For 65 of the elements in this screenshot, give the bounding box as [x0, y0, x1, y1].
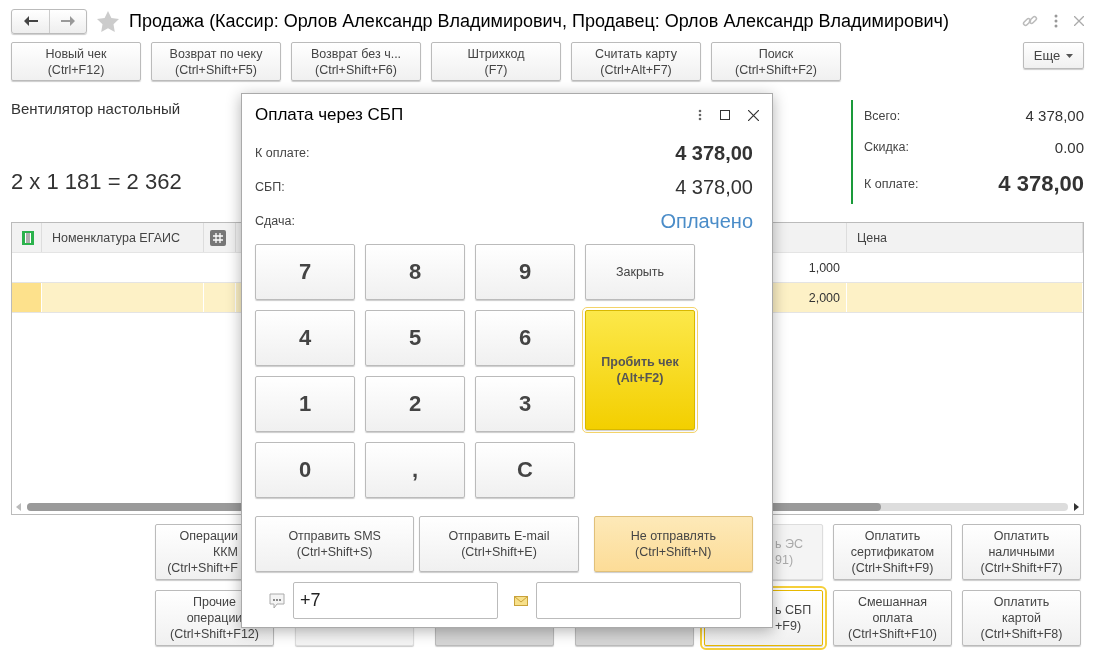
amount-label: К оплате:: [255, 146, 310, 160]
send-option-button[interactable]: Не отправлять (Ctrl+Shift+N): [593, 516, 753, 572]
toolbar-button[interactable]: Штрихкод (F7): [431, 42, 561, 81]
action-button[interactable]: Оплатить сертификатом (Ctrl+Shift+F9): [833, 524, 952, 580]
close-button[interactable]: Закрыть: [585, 244, 695, 300]
keypad-key[interactable]: 5: [365, 310, 465, 366]
dialog-title: Оплата через СБП: [255, 105, 405, 125]
amount-value: 4 378,00: [675, 175, 753, 199]
close-icon[interactable]: [748, 109, 759, 121]
keypad-key[interactable]: ,: [365, 442, 465, 498]
star-icon[interactable]: [97, 10, 119, 32]
column-header[interactable]: Цена: [847, 223, 1083, 252]
window-title: Продажа (Кассир: Орлов Александр Владимирович, Продавец: Орлов Александр Владимирович): [129, 10, 950, 32]
row-marker-cell[interactable]: [12, 283, 42, 312]
print-receipt-button[interactable]: Пробить чек (Alt+F2): [585, 310, 695, 430]
amount-value: 4 378,00: [675, 141, 753, 165]
scroll-left-icon[interactable]: [16, 503, 21, 511]
keypad-key[interactable]: C: [475, 442, 575, 498]
keypad-key[interactable]: 4: [255, 310, 355, 366]
toolbar-button[interactable]: Поиск (Ctrl+Shift+F2): [711, 42, 841, 81]
more-icon[interactable]: [698, 109, 702, 121]
stamp-icon: [22, 230, 34, 245]
payment-status: Оплачено: [660, 209, 753, 233]
total-label: Всего:: [864, 108, 901, 123]
action-button[interactable]: Смешанная оплата (Ctrl+Shift+F10): [833, 590, 952, 646]
keypad-key[interactable]: 8: [365, 244, 465, 300]
more-icon[interactable]: [1054, 14, 1058, 28]
toolbar-button[interactable]: Считать карту (Ctrl+Alt+F7): [571, 42, 701, 81]
quantity-calculation: 2 x 1 181 = 2 362: [11, 169, 182, 195]
action-button[interactable]: Оплатить наличными (Ctrl+Shift+F7): [962, 524, 1081, 580]
scroll-right-icon[interactable]: [1074, 503, 1079, 511]
amount-label: Сдача:: [255, 214, 295, 228]
toolbar-button[interactable]: Новый чек (Ctrl+F12): [11, 42, 141, 81]
amount-label: СБП:: [255, 180, 285, 194]
link-icon[interactable]: [1022, 13, 1038, 29]
toolbar-button[interactable]: Возврат по чеку (Ctrl+Shift+F5): [151, 42, 281, 81]
product-name: Вентилятор настольный: [11, 100, 182, 117]
total-value: 0.00: [1054, 139, 1084, 156]
total-value: 4 378,00: [1025, 107, 1084, 125]
keypad-key[interactable]: 0: [255, 442, 355, 498]
maximize-icon[interactable]: [720, 110, 730, 120]
phone-field[interactable]: +7: [293, 582, 498, 619]
hash-icon: [210, 229, 226, 246]
send-option-button[interactable]: Отправить SMS (Ctrl+Shift+S): [255, 516, 415, 572]
keypad-key[interactable]: 2: [365, 376, 465, 432]
table-cell: [204, 283, 236, 312]
caret-icon: [1066, 53, 1074, 58]
back-arrow-icon[interactable]: [23, 16, 38, 26]
total-value: 4 378,00: [998, 170, 1084, 197]
envelope-icon: [514, 595, 528, 606]
keypad-key[interactable]: 6: [475, 310, 575, 366]
send-option-button[interactable]: Отправить E-mail (Ctrl+Shift+E): [419, 516, 579, 572]
toolbar-button[interactable]: Возврат без ч... (Ctrl+Shift+F6): [291, 42, 421, 81]
action-button[interactable]: Оплатить картой (Ctrl+Shift+F8): [962, 590, 1081, 646]
keypad-key[interactable]: 3: [475, 376, 575, 432]
keypad-key[interactable]: 1: [255, 376, 355, 432]
message-icon: [269, 592, 285, 609]
keypad-key[interactable]: 7: [255, 244, 355, 300]
more-button[interactable]: Еще: [1023, 42, 1084, 69]
email-field[interactable]: [536, 582, 741, 619]
column-header[interactable]: Номенклатура ЕГАИС: [42, 223, 204, 252]
total-label: Скидка:: [864, 140, 909, 155]
forward-arrow-icon[interactable]: [61, 16, 75, 26]
total-label: К оплате:: [864, 176, 919, 191]
keypad-key[interactable]: 9: [475, 244, 575, 300]
